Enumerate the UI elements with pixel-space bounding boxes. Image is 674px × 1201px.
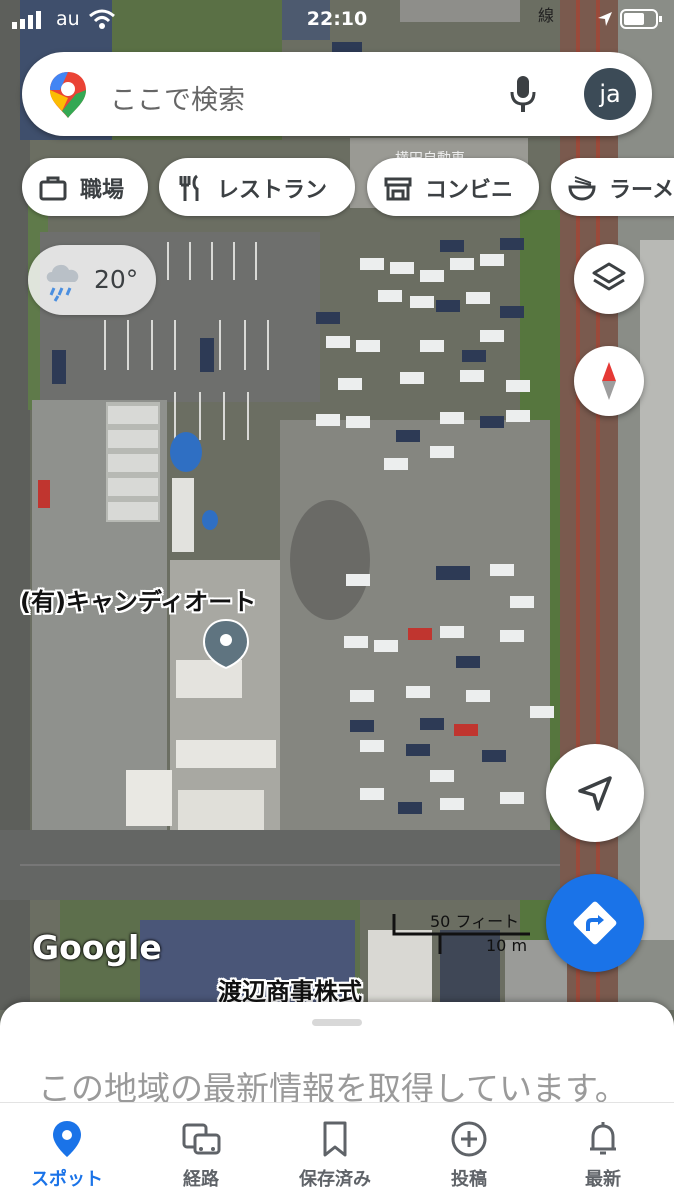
- ramen-icon: [568, 176, 596, 201]
- layers-icon: [592, 262, 626, 291]
- chip-label: コンビニ: [425, 178, 514, 203]
- scale-bar: 50 フィート 10 m: [392, 906, 532, 956]
- bottom-navigation: スポット 経路 保存済み 投稿 最新: [0, 1102, 674, 1201]
- compass-button[interactable]: [574, 346, 644, 416]
- bookmark-icon: [323, 1121, 347, 1157]
- navigation-arrow-icon: [578, 776, 612, 811]
- nav-tab-explore[interactable]: スポット: [0, 1103, 134, 1201]
- avatar[interactable]: ja: [584, 68, 636, 120]
- microphone-icon[interactable]: [508, 74, 538, 116]
- search-bar[interactable]: ここで検索 ja: [22, 52, 652, 136]
- nav-label: 保存済み: [299, 1169, 371, 1190]
- nav-tab-contribute[interactable]: 投稿: [402, 1103, 536, 1201]
- location-pin-icon: [53, 1121, 81, 1157]
- directions-icon: [573, 901, 617, 945]
- layers-button[interactable]: [574, 244, 644, 314]
- search-input[interactable]: ここで検索: [110, 78, 245, 117]
- weather-chip[interactable]: 20°: [28, 245, 156, 315]
- location-services-icon: [598, 12, 612, 26]
- place-label[interactable]: (有)キャンディオート: [20, 582, 256, 617]
- sheet-drag-handle[interactable]: [312, 1019, 362, 1026]
- chip-label: レストラン: [217, 178, 328, 203]
- nav-label: 経路: [183, 1169, 219, 1190]
- nav-label: 最新: [585, 1169, 621, 1190]
- status-bar: au 22:10: [0, 0, 674, 38]
- chip-restaurant[interactable]: レストラン: [159, 158, 355, 216]
- scale-feet: 50 フィート: [430, 912, 520, 931]
- google-attribution: Google: [32, 928, 162, 967]
- nav-label: 投稿: [451, 1169, 487, 1190]
- nav-label: スポット: [31, 1169, 103, 1190]
- nav-tab-saved[interactable]: 保存済み: [268, 1103, 402, 1201]
- google-maps-logo-icon: [50, 72, 86, 118]
- nav-tab-commute[interactable]: 経路: [134, 1103, 268, 1201]
- compass-icon: [602, 362, 616, 400]
- chip-label: 職場: [80, 178, 125, 203]
- restaurant-icon: [179, 174, 199, 201]
- directions-button[interactable]: [546, 874, 644, 972]
- temperature: 20°: [94, 265, 139, 294]
- my-location-button[interactable]: [546, 744, 644, 842]
- battery-icon: [620, 9, 662, 29]
- chip-work[interactable]: 職場: [22, 158, 148, 216]
- bell-icon: [590, 1122, 616, 1155]
- chip-convenience-store[interactable]: コンビニ: [367, 158, 539, 216]
- loading-message: この地域の最新情報を取得しています。: [38, 1069, 628, 1102]
- chip-ramen[interactable]: ラーメン: [551, 158, 674, 216]
- satellite-map[interactable]: (有)キャンディオート 渡辺商事株式 横田自動車 線: [0, 0, 674, 1010]
- satellite-imagery: [0, 0, 674, 1010]
- clock: 22:10: [306, 8, 368, 30]
- bottom-sheet[interactable]: この地域の最新情報を取得しています。: [0, 1002, 674, 1102]
- commute-icon: [182, 1123, 221, 1155]
- scale-meters: 10 m: [486, 936, 528, 955]
- chip-label: ラーメン: [609, 178, 674, 203]
- nav-tab-updates[interactable]: 最新: [536, 1103, 670, 1201]
- briefcase-icon: [39, 176, 67, 201]
- convenience-store-icon: [384, 177, 412, 201]
- rain-cloud-icon: [46, 264, 79, 302]
- add-circle-icon: [451, 1121, 487, 1157]
